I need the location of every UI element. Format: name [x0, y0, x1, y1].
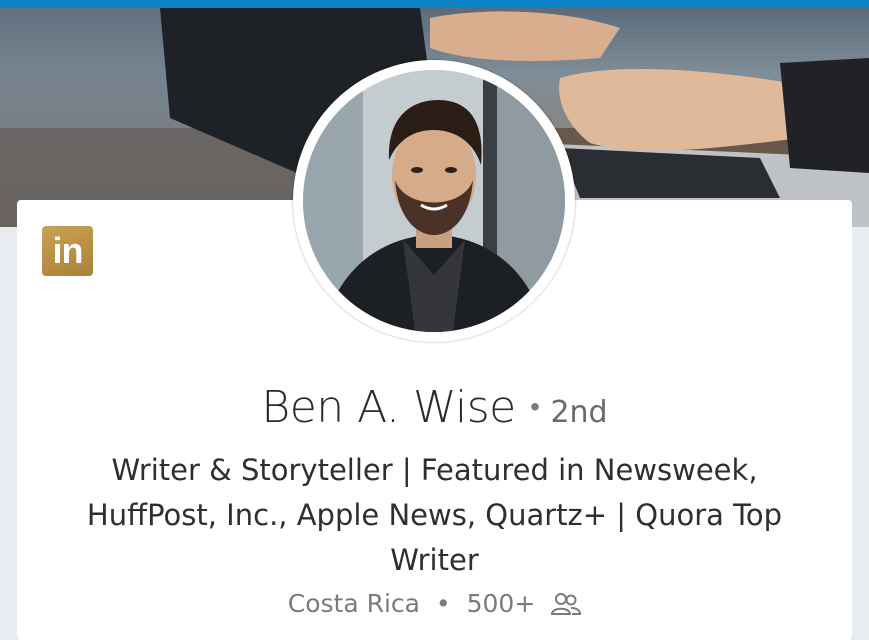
- profile-meta: Costa Rica • 500+: [17, 589, 852, 622]
- connections-icon[interactable]: [551, 592, 582, 622]
- avatar[interactable]: [303, 70, 565, 332]
- linkedin-logo-icon: in: [42, 226, 93, 276]
- name-separator: •: [530, 391, 540, 422]
- avatar-photo: [303, 70, 565, 332]
- name-line: Ben A. Wise • 2nd: [17, 382, 852, 433]
- meta-separator: •: [435, 589, 451, 618]
- profile-location: Costa Rica: [287, 589, 420, 618]
- top-status-bar: [0, 0, 869, 8]
- connections-count[interactable]: 500+: [467, 589, 536, 618]
- connection-degree: 2nd: [550, 395, 608, 430]
- profile-headline: Writer & Storyteller | Featured in Newsw…: [86, 453, 783, 577]
- profile-name: Ben A. Wise: [261, 382, 516, 433]
